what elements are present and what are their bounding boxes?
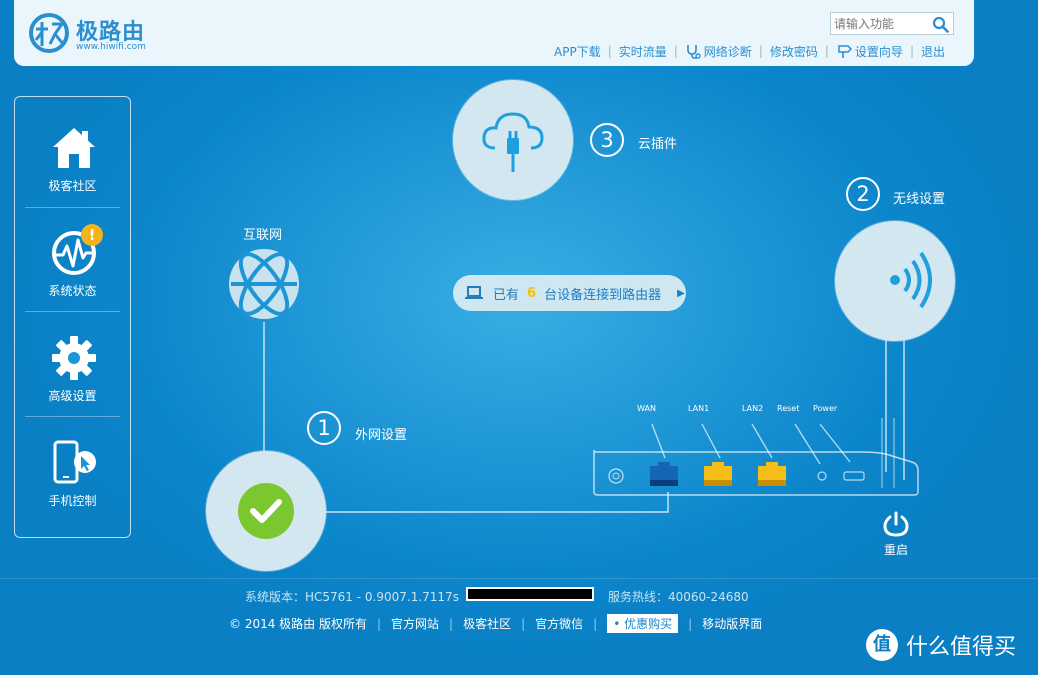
step-3-label[interactable]: 云插件: [638, 133, 677, 152]
connected-count: 6: [527, 285, 537, 301]
port-label-reset: Reset: [777, 404, 800, 413]
internet-globe-icon: [229, 249, 299, 319]
footer-link-geek-community[interactable]: 极客社区: [463, 615, 511, 632]
wifi-signal-icon: [890, 251, 932, 309]
copyright: © 2014 极路由 版权所有: [229, 617, 367, 631]
buy-label: 优惠购买: [624, 617, 673, 631]
buy-button[interactable]: • 优惠购买: [607, 614, 679, 633]
footer-link-mobile[interactable]: 移动版界面: [702, 615, 762, 632]
internet-label: 互联网: [243, 228, 283, 243]
footer-link-official-site[interactable]: 官方网站: [391, 615, 439, 632]
connected-prefix: 已有: [493, 287, 520, 303]
connected-devices-pill[interactable]: 已有 6 台设备连接到路由器 ▶: [453, 275, 686, 311]
port-label-power: Power: [813, 404, 838, 413]
step-2-number: 2: [846, 177, 880, 211]
redaction-bar: [466, 587, 594, 601]
laptop-icon: [465, 286, 483, 299]
footer-divider: [0, 578, 1038, 579]
watermark-logo-icon: 值: [866, 629, 898, 661]
step-3-number: 3: [590, 123, 624, 157]
step-1-label[interactable]: 外网设置: [355, 424, 407, 443]
service-hotline: 服务热线：40060-24680: [608, 590, 749, 604]
watermark-text: 什么值得买: [906, 635, 1017, 660]
step-2-label[interactable]: 无线设置: [893, 188, 945, 207]
port-label-lan2: LAN2: [742, 404, 764, 413]
router-illustration: [593, 418, 919, 496]
cloud-plug-icon: [482, 112, 544, 172]
footer-link-wechat[interactable]: 官方微信: [535, 615, 583, 632]
check-icon: [238, 483, 294, 539]
reboot-label: 重启: [883, 543, 908, 557]
wireless-circle[interactable]: [835, 221, 955, 341]
port-label-lan1: LAN1: [688, 404, 710, 413]
power-icon: [883, 511, 909, 537]
reboot-button[interactable]: 重启: [880, 510, 912, 557]
footer-links: © 2014 极路由 版权所有 | 官方网站 | 极客社区 | 官方微信 | •…: [229, 614, 762, 633]
connected-suffix: 台设备连接到路由器: [544, 287, 662, 303]
wan-status-circle[interactable]: [206, 451, 326, 571]
port-label-wan: WAN: [637, 404, 656, 413]
watermark: 值 什么值得买: [866, 629, 1016, 661]
step-1-number: 1: [307, 411, 341, 445]
system-version: 系统版本：HC5761 - 0.9007.1.7117s: [245, 590, 459, 604]
arrow-right-icon: ▶: [677, 287, 685, 299]
cloud-plugin-circle[interactable]: [453, 80, 573, 200]
